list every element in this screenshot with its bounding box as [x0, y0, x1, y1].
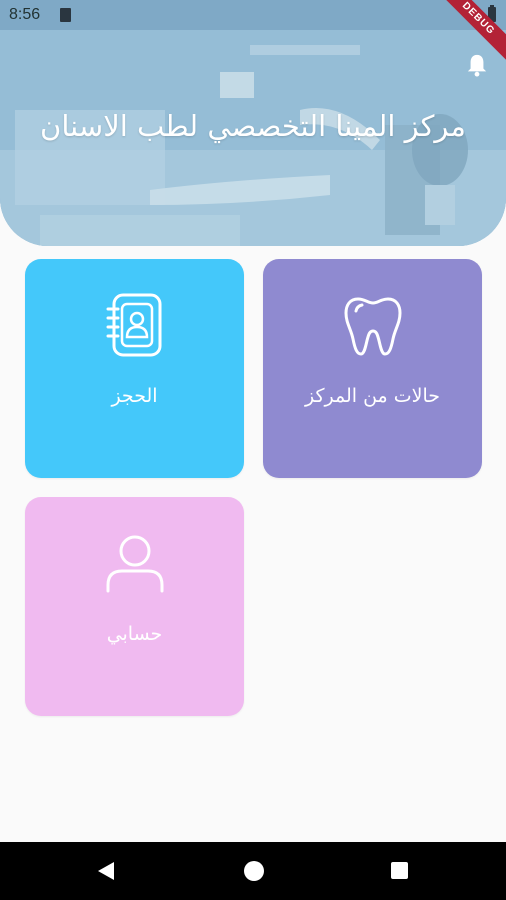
tile-my-account[interactable]: حسابي	[25, 497, 244, 716]
tile-my-account-label: حسابي	[106, 623, 163, 645]
status-time: 8:56	[9, 6, 41, 23]
tile-booking-label: الحجز	[111, 385, 158, 407]
header-banner: مركز المينا التخصصي لطب الاسنان	[0, 0, 506, 246]
tile-center-cases-label: حالات من المركز	[304, 385, 441, 407]
page-title: مركز المينا التخصصي لطب الاسنان	[40, 109, 466, 143]
sim-card-icon	[60, 8, 71, 22]
back-button[interactable]	[96, 861, 116, 881]
status-bar: 8:56	[0, 0, 506, 30]
user-icon	[106, 535, 163, 593]
tile-booking[interactable]: الحجز	[25, 259, 244, 478]
tile-center-cases[interactable]: حالات من المركز	[263, 259, 482, 478]
system-navigation-bar	[0, 842, 506, 900]
recents-button[interactable]	[391, 862, 408, 879]
bell-icon[interactable]	[466, 52, 488, 78]
home-button[interactable]	[244, 861, 264, 881]
contact-book-icon	[106, 293, 161, 357]
tooth-icon	[344, 297, 401, 356]
